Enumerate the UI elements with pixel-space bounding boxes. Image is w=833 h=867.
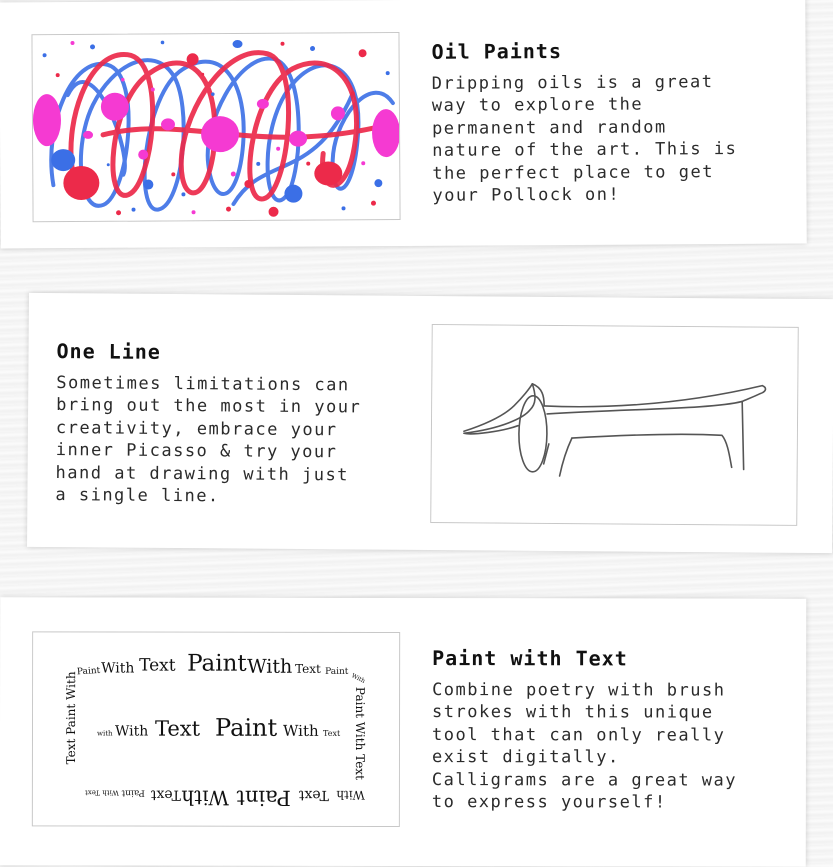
svg-text:Paint: Paint	[187, 651, 247, 677]
svg-text:Paint: Paint	[121, 788, 145, 798]
svg-text:Paint: Paint	[325, 667, 349, 677]
svg-text:With: With	[283, 722, 319, 740]
card-description: Dripping oils is a great way to explore …	[431, 72, 738, 206]
svg-text:Text: Text	[323, 729, 341, 738]
svg-text:With: With	[101, 660, 134, 676]
svg-text:Text: Text	[295, 662, 321, 676]
card-title: Paint with Text	[432, 646, 628, 671]
card-description: Sometimes limitations can bring out the …	[55, 373, 362, 507]
pollock-painting-image	[31, 32, 401, 223]
svg-text:Paint: Paint	[236, 786, 291, 810]
card-title: One Line	[56, 339, 161, 364]
svg-text:Text Paint With: Text Paint With	[64, 671, 78, 764]
svg-text:with: with	[97, 729, 113, 737]
card-paint-with-text[interactable]: Paint With Text Paint With Text Paint Wi…	[0, 597, 807, 867]
svg-text:Text: Text	[155, 717, 201, 741]
card-title: Oil Paints	[431, 39, 563, 64]
svg-text:Text: Text	[139, 656, 176, 676]
svg-text:Text: Text	[298, 787, 328, 803]
svg-text:With: With	[336, 788, 365, 802]
card-one-line[interactable]: One Line Sometimes limitations can bring…	[27, 292, 833, 554]
card-description: Combine poetry with brush strokes with t…	[431, 680, 738, 813]
svg-text:With: With	[115, 723, 148, 739]
card-oil-paints[interactable]: Oil Paints Dripping oils is a great way …	[0, 0, 807, 249]
svg-text:With Text: With Text	[85, 788, 119, 796]
svg-text:With: With	[181, 786, 229, 810]
svg-text:With: With	[247, 656, 292, 678]
svg-text:Paint With Text: Paint With Text	[353, 687, 367, 780]
svg-text:Text: Text	[150, 787, 180, 803]
svg-text:Paint: Paint	[215, 714, 278, 742]
calligram-image: Paint With Text Paint With Text Paint Wi…	[31, 631, 401, 827]
svg-text:Paint: Paint	[77, 666, 101, 678]
one-line-dog-image	[430, 324, 799, 526]
